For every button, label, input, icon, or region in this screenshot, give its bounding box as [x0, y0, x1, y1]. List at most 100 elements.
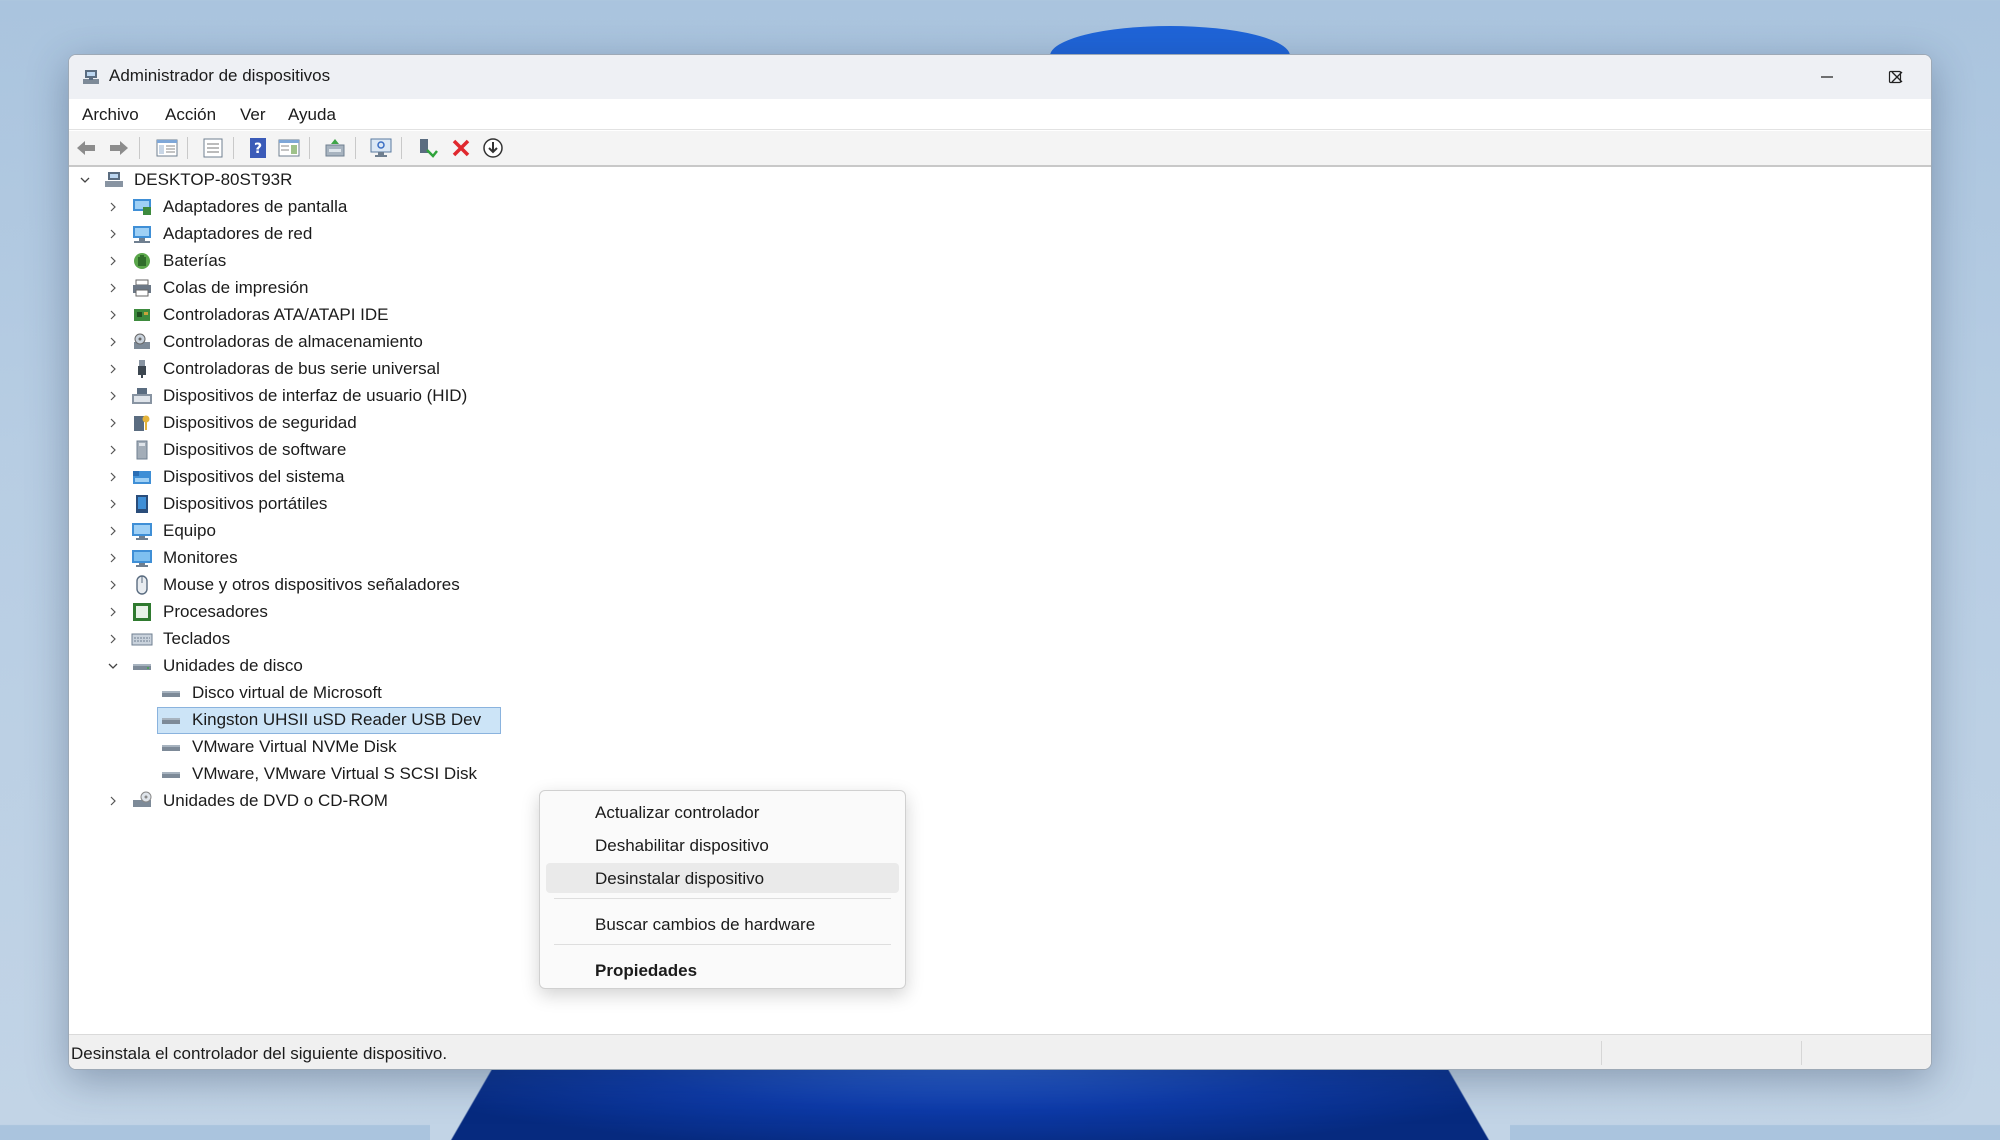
menu-accion[interactable]: Acción [165, 105, 216, 125]
update-driver-icon [325, 139, 345, 157]
network-adapter-icon [131, 224, 153, 244]
disable-device-button[interactable] [481, 136, 505, 160]
tree-item-label: Adaptadores de red [163, 224, 313, 243]
ctx-separator [554, 898, 891, 899]
uninstall-device-button[interactable] [449, 136, 473, 160]
ctx-item-label: Buscar cambios de hardware [595, 915, 816, 934]
minimize-button[interactable] [1793, 55, 1861, 99]
chevron-right-icon[interactable] [106, 200, 120, 214]
close-button[interactable] [1863, 55, 1931, 99]
menu-ver[interactable]: Ver [240, 105, 266, 125]
disk-item-disco-virtual[interactable]: Disco virtual de Microsoft [69, 680, 569, 707]
menu-archivo[interactable]: Archivo [82, 105, 139, 125]
chevron-down-icon[interactable] [78, 173, 92, 187]
tree-item-almacenamiento[interactable]: Controladoras de almacenamiento [69, 329, 569, 356]
tree-item-teclados[interactable]: Teclados [69, 626, 569, 653]
software-device-icon [131, 440, 153, 460]
back-button[interactable] [74, 136, 98, 160]
tree-item-dvd[interactable]: Unidades de DVD o CD-ROM [69, 788, 569, 815]
tree-item-label: Colas de impresión [163, 278, 309, 297]
disk-item-label: VMware, VMware Virtual S SCSI Disk [192, 764, 477, 783]
ctx-desinstalar-dispositivo[interactable]: Desinstalar dispositivo [546, 863, 899, 893]
properties-button[interactable] [201, 136, 225, 160]
ctx-item-label: Propiedades [595, 961, 698, 980]
chevron-right-icon[interactable] [106, 578, 120, 592]
help-button[interactable]: ? [247, 136, 271, 160]
monitor-icon [131, 548, 153, 568]
chevron-right-icon[interactable] [106, 605, 120, 619]
tree-item-label: Unidades de disco [163, 656, 303, 675]
forward-arrow-icon [110, 141, 128, 155]
ctx-deshabilitar-dispositivo[interactable]: Deshabilitar dispositivo [546, 830, 899, 860]
disk-item-vmware-scsi[interactable]: VMware, VMware Virtual S SCSI Disk [69, 761, 569, 788]
uninstall-device-icon [452, 139, 470, 157]
tree-item-label: Controladoras ATA/ATAPI IDE [163, 305, 389, 324]
security-key-icon [131, 413, 153, 433]
usb-icon [131, 359, 153, 379]
tree-item-colas-impresion[interactable]: Colas de impresión [69, 275, 569, 302]
title-bar: Administrador de dispositivos [69, 55, 1931, 99]
chevron-right-icon[interactable] [106, 632, 120, 646]
ctx-propiedades[interactable]: Propiedades [546, 955, 899, 985]
chevron-right-icon[interactable] [106, 362, 120, 376]
mouse-icon [131, 575, 153, 595]
chevron-right-icon[interactable] [106, 308, 120, 322]
update-driver-button[interactable] [323, 136, 347, 160]
forward-button[interactable] [107, 136, 131, 160]
tree-item-label: Procesadores [163, 602, 268, 621]
menu-ayuda[interactable]: Ayuda [288, 105, 336, 125]
chevron-right-icon[interactable] [106, 551, 120, 565]
tree-item-label: Dispositivos de seguridad [163, 413, 357, 432]
tree-item-usb[interactable]: Controladoras de bus serie universal [69, 356, 569, 383]
ctx-actualizar-controlador[interactable]: Actualizar controlador [546, 797, 899, 827]
chevron-right-icon[interactable] [106, 254, 120, 268]
scan-hardware-icon [370, 138, 392, 157]
tree-item-monitores[interactable]: Monitores [69, 545, 569, 572]
enable-device-button[interactable] [415, 136, 439, 160]
tree-item-label: Teclados [163, 629, 231, 648]
tree-item-hid[interactable]: Dispositivos de interfaz de usuario (HID… [69, 383, 609, 410]
chevron-right-icon[interactable] [106, 497, 120, 511]
tree-item-unidades-disco[interactable]: Unidades de disco [69, 653, 569, 680]
tree-item-seguridad[interactable]: Dispositivos de seguridad [69, 410, 569, 437]
device-manager-window: Administrador de dispositivos Archivo Ac… [68, 54, 1932, 1070]
chevron-down-icon[interactable] [106, 659, 120, 673]
action-pane-button[interactable] [277, 136, 301, 160]
disk-item-kingston-selected[interactable]: Kingston UHSII uSD Reader USB Dev [69, 707, 569, 734]
tree-root-label: DESKTOP-80ST93R [134, 170, 293, 189]
chevron-right-icon[interactable] [106, 470, 120, 484]
tree-item-adaptadores-pantalla[interactable]: Adaptadores de pantalla [69, 194, 569, 221]
chevron-right-icon[interactable] [106, 227, 120, 241]
tree-item-sistema[interactable]: Dispositivos del sistema [69, 464, 569, 491]
ctx-separator [554, 944, 891, 945]
disk-item-label: Kingston UHSII uSD Reader USB Dev [192, 710, 482, 729]
show-hide-tree-button[interactable] [155, 136, 179, 160]
status-divider [1601, 1041, 1602, 1065]
tree-item-procesadores[interactable]: Procesadores [69, 599, 569, 626]
context-menu: Actualizar controlador Deshabilitar disp… [539, 790, 906, 989]
tree-item-mouse[interactable]: Mouse y otros dispositivos señaladores [69, 572, 589, 599]
tree-item-baterias[interactable]: Baterías [69, 248, 569, 275]
chevron-right-icon[interactable] [106, 524, 120, 538]
chevron-right-icon[interactable] [106, 335, 120, 349]
tree-item-equipo[interactable]: Equipo [69, 518, 569, 545]
disk-drive-icon [160, 737, 182, 757]
tree-item-label: Unidades de DVD o CD-ROM [163, 791, 388, 810]
chevron-right-icon[interactable] [106, 443, 120, 457]
tree-item-software[interactable]: Dispositivos de software [69, 437, 569, 464]
disk-item-vmware-nvme[interactable]: VMware Virtual NVMe Disk [69, 734, 569, 761]
tree-item-ata-atapi[interactable]: Controladoras ATA/ATAPI IDE [69, 302, 569, 329]
chevron-right-icon[interactable] [106, 416, 120, 430]
tree-root[interactable]: DESKTOP-80ST93R [69, 167, 469, 194]
enable-device-icon [420, 139, 438, 158]
hid-icon [131, 386, 153, 406]
svg-text:?: ? [254, 141, 262, 157]
tree-item-adaptadores-red[interactable]: Adaptadores de red [69, 221, 569, 248]
chevron-right-icon[interactable] [106, 281, 120, 295]
help-icon: ? [250, 138, 266, 158]
tree-item-portatiles[interactable]: Dispositivos portátiles [69, 491, 569, 518]
chevron-right-icon[interactable] [106, 794, 120, 808]
chevron-right-icon[interactable] [106, 389, 120, 403]
scan-hardware-button[interactable] [369, 136, 393, 160]
ctx-buscar-cambios[interactable]: Buscar cambios de hardware [546, 909, 899, 939]
